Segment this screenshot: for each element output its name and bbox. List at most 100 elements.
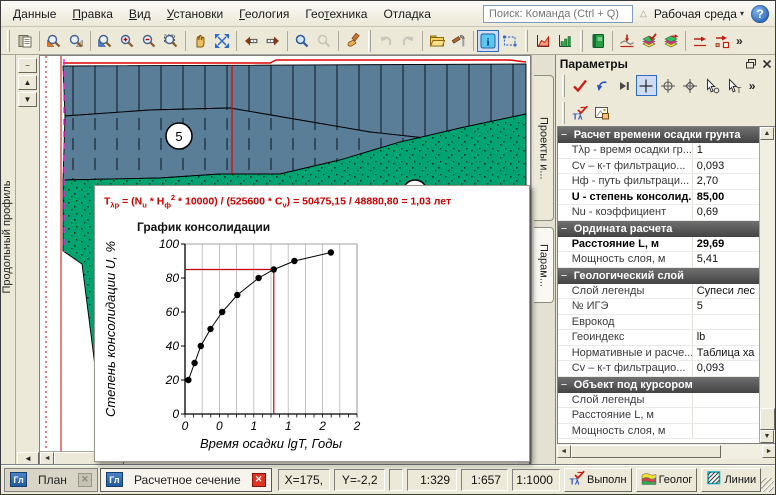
- zoom-area-icon[interactable]: [94, 30, 116, 52]
- run-calculation-button[interactable]: ТλВыполн: [564, 468, 632, 492]
- find-next-icon[interactable]: [313, 30, 335, 52]
- scale-prev-icon[interactable]: [240, 30, 262, 52]
- fit-extents-icon[interactable]: [211, 30, 233, 52]
- scale-plan[interactable]: 1:1000: [512, 469, 560, 491]
- grid-row-value[interactable]: 0,093: [692, 159, 759, 174]
- info-icon[interactable]: i: [477, 30, 499, 52]
- select-rect-icon[interactable]: [499, 30, 521, 52]
- toolbar-grip[interactable]: [562, 102, 565, 124]
- grid-row-value[interactable]: [692, 393, 759, 408]
- search-options-icon[interactable]: △: [640, 8, 647, 19]
- toolbar-grip[interactable]: [525, 30, 528, 52]
- step-forward-icon[interactable]: [614, 75, 635, 96]
- grid-row-value[interactable]: 29,69: [692, 237, 759, 252]
- collapse-icon[interactable]: −: [561, 129, 569, 141]
- chart-red-icon[interactable]: [532, 30, 554, 52]
- target-diamond-icon[interactable]: [680, 75, 701, 96]
- grid-section-header[interactable]: −Расчет времени осадки грунта: [558, 127, 759, 143]
- overflow-chevron-icon[interactable]: »: [746, 79, 759, 93]
- cursor-circle-icon[interactable]: [702, 75, 723, 96]
- toolbar-grip[interactable]: [562, 75, 565, 97]
- grid-row-value[interactable]: Супеси лес: [692, 284, 759, 299]
- workspace-menu[interactable]: Рабочая среда ▾: [654, 7, 744, 21]
- scale-horizontal[interactable]: 1:329: [407, 469, 458, 491]
- overflow-chevron-icon[interactable]: »: [733, 34, 746, 48]
- arrow-line-icon[interactable]: [689, 30, 711, 52]
- close-icon[interactable]: [761, 58, 773, 70]
- search-input[interactable]: [483, 5, 633, 23]
- grid-row-value[interactable]: [692, 424, 759, 439]
- menu-item[interactable]: Правка: [64, 3, 121, 25]
- grid-section-header[interactable]: −Ордината расчета: [558, 221, 759, 237]
- grid-row-value[interactable]: [692, 315, 759, 330]
- zoom-out-icon[interactable]: [138, 30, 160, 52]
- hscroll-thumb[interactable]: [571, 445, 721, 458]
- vscroll-thumb[interactable]: [760, 408, 775, 430]
- grid-hscrollbar[interactable]: ◄ ►: [557, 444, 776, 459]
- scale-next-icon[interactable]: [262, 30, 284, 52]
- grid-row-value[interactable]: 2,70: [692, 174, 759, 189]
- lines-toggle-button[interactable]: Линии: [701, 468, 761, 492]
- toolbar-grip[interactable]: [368, 30, 371, 52]
- layers-export-icon[interactable]: [660, 30, 682, 52]
- zoom-next-icon[interactable]: [65, 30, 87, 52]
- grid-row-value[interactable]: 5: [692, 299, 759, 314]
- vtab-parameters[interactable]: Парам...: [534, 227, 554, 303]
- undo-icon[interactable]: [375, 30, 397, 52]
- grid-row-value[interactable]: 5,41: [692, 252, 759, 267]
- menu-item[interactable]: Отладка: [375, 3, 438, 25]
- run-icon[interactable]: Тλ: [570, 102, 591, 123]
- grid-row-value[interactable]: 85,00: [692, 190, 759, 205]
- grid-row-value[interactable]: [692, 408, 759, 423]
- vtab-projects[interactable]: Проекты и...: [534, 75, 554, 221]
- toolbar-grip[interactable]: [580, 30, 583, 52]
- vscroll-track[interactable]: [760, 140, 775, 408]
- view-tab-plan[interactable]: ГлПлан✕: [4, 468, 98, 492]
- folder-icon[interactable]: [426, 30, 448, 52]
- grid-row-value[interactable]: 1: [692, 143, 759, 158]
- grid-row-value[interactable]: Таблица ха: [692, 346, 759, 361]
- collapse-icon[interactable]: −: [561, 223, 569, 235]
- scroll-down-icon[interactable]: ▼: [760, 430, 774, 443]
- close-icon[interactable]: ✕: [252, 473, 266, 487]
- scroll-left-icon[interactable]: ◄: [557, 445, 571, 458]
- scroll-up-icon[interactable]: ▲: [18, 75, 37, 90]
- paste-icon[interactable]: [14, 30, 36, 52]
- menu-item[interactable]: Установки: [159, 3, 232, 25]
- crosshair-icon[interactable]: [636, 75, 657, 96]
- menu-item[interactable]: Геология: [231, 3, 297, 25]
- layers-check-icon[interactable]: [638, 30, 660, 52]
- chart-green-icon[interactable]: [554, 30, 576, 52]
- menu-item[interactable]: Вид: [121, 3, 159, 25]
- scroll-right-icon[interactable]: ►: [762, 445, 776, 458]
- zoom-prev-icon[interactable]: [43, 30, 65, 52]
- scroll-up-icon[interactable]: ▲: [760, 127, 774, 140]
- close-icon[interactable]: ✕: [78, 473, 92, 487]
- toolbar-grip[interactable]: [7, 30, 10, 52]
- collapse-icon[interactable]: −: [561, 379, 569, 391]
- grid-section-header[interactable]: −Объект под курсором: [558, 377, 759, 393]
- redo-icon[interactable]: [397, 30, 419, 52]
- view-tab-section[interactable]: ГлРасчетное сечение✕: [100, 468, 272, 492]
- profile-curve-icon[interactable]: [616, 30, 638, 52]
- grid-row-value[interactable]: 0,69: [692, 205, 759, 220]
- collapse-icon[interactable]: −: [561, 270, 569, 282]
- scroll-down-icon[interactable]: ▼: [18, 92, 37, 107]
- collapse-splitter-icon[interactable]: −: [18, 58, 37, 73]
- menu-item[interactable]: Геотехника: [297, 3, 375, 25]
- brush-icon[interactable]: [342, 30, 364, 52]
- scale-vertical[interactable]: 1:657: [461, 469, 508, 491]
- zoom-in-icon[interactable]: [116, 30, 138, 52]
- cursor-t-icon[interactable]: Т: [724, 75, 745, 96]
- zoom-window-icon[interactable]: [160, 30, 182, 52]
- target-circle-icon[interactable]: [658, 75, 679, 96]
- undo-edit-icon[interactable]: [592, 75, 613, 96]
- arrow-node-icon[interactable]: [711, 30, 733, 52]
- tools-icon[interactable]: [448, 30, 470, 52]
- book-icon[interactable]: [587, 30, 609, 52]
- menu-item[interactable]: Данные: [5, 3, 64, 25]
- float-window-icon[interactable]: [745, 58, 757, 70]
- preview-icon[interactable]: [592, 102, 613, 123]
- apply-check-icon[interactable]: [570, 75, 591, 96]
- pan-icon[interactable]: [189, 30, 211, 52]
